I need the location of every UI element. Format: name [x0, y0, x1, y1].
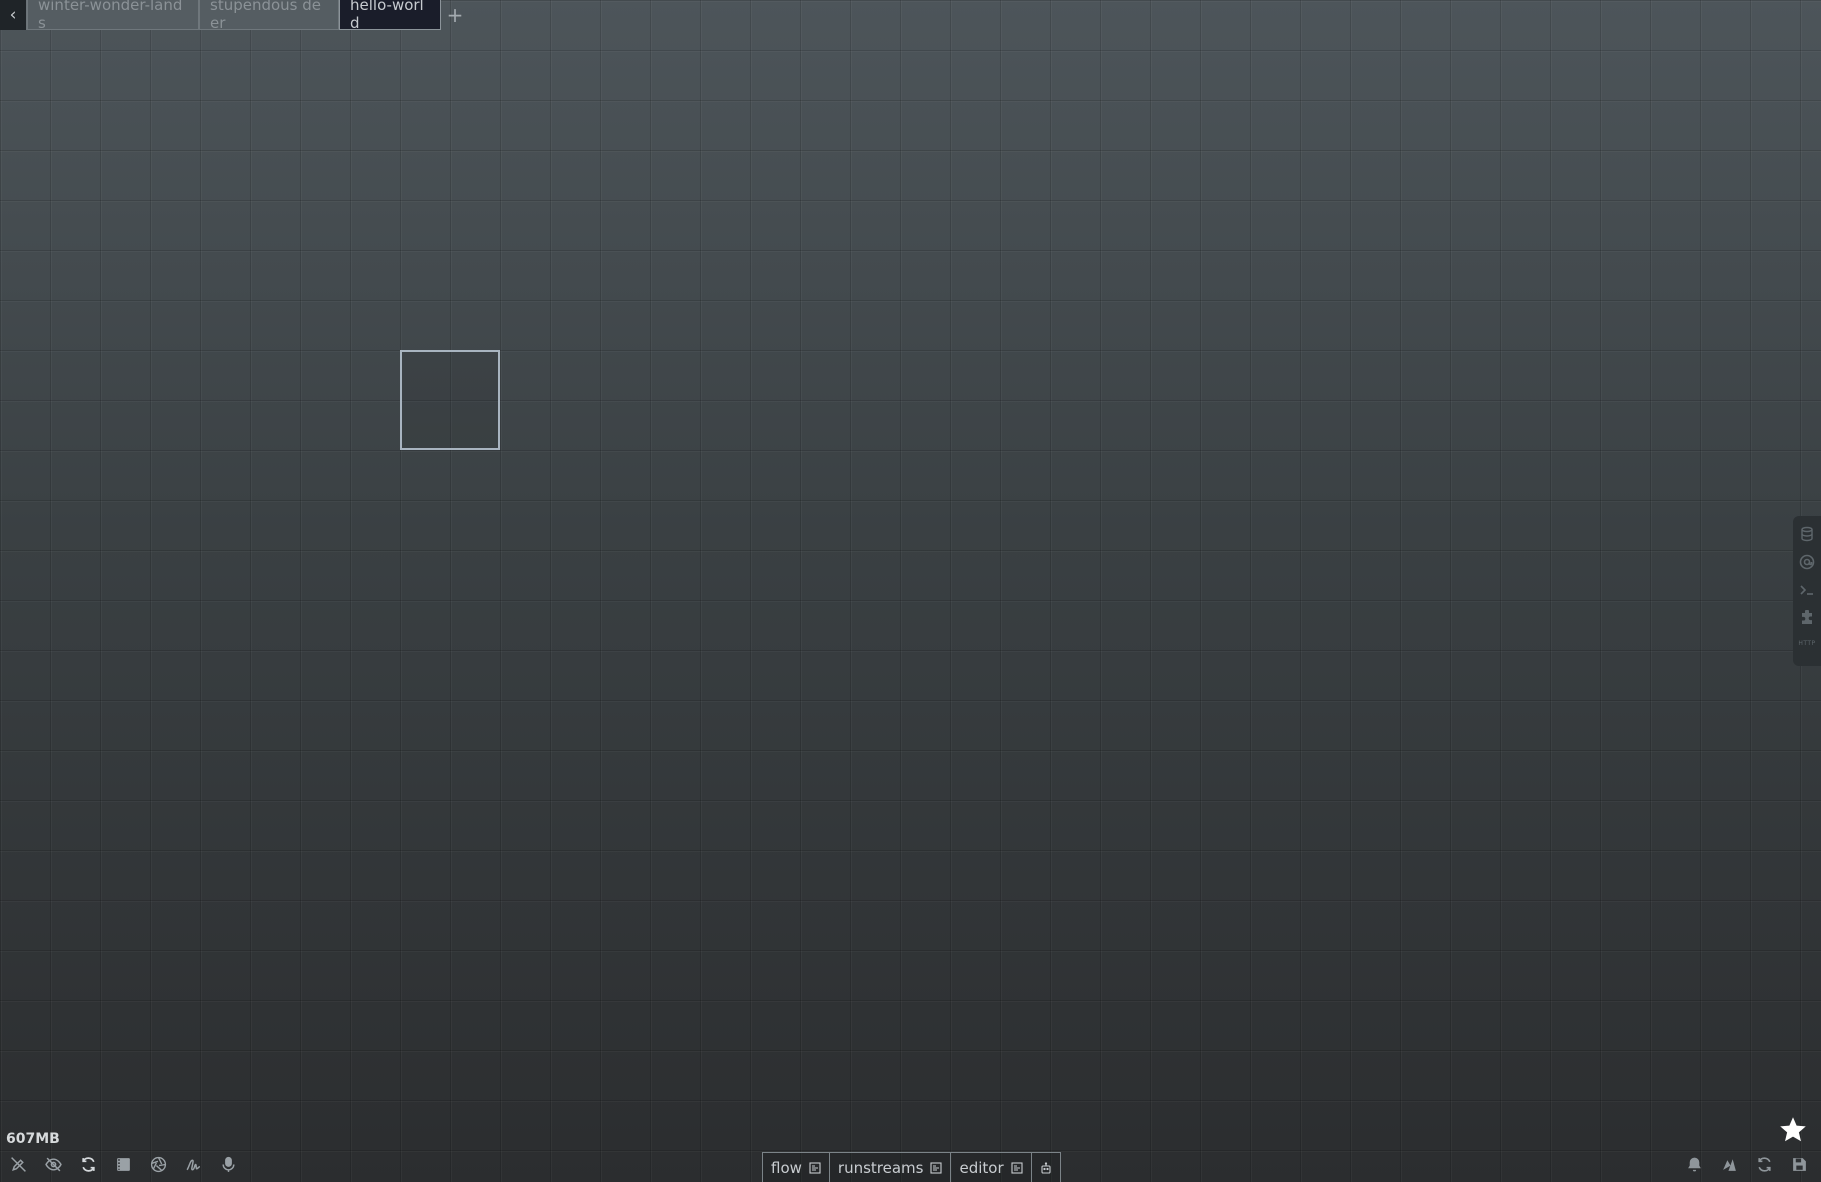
- add-tab-button[interactable]: +: [441, 0, 469, 30]
- tab-winter-wonder-lands[interactable]: winter-wonder-lands: [27, 0, 199, 30]
- tab-bar: ‹ winter-wonder-lands stupendous deer he…: [0, 0, 469, 30]
- tab-stupendous-deer[interactable]: stupendous deer: [199, 0, 339, 30]
- selection-box[interactable]: [400, 350, 500, 450]
- side-panel: HTTP: [1793, 516, 1821, 666]
- bottom-panel-tabs: flow runstreams editor: [762, 1152, 1061, 1182]
- terminal-icon[interactable]: [1798, 580, 1816, 600]
- film-icon[interactable]: [113, 1154, 133, 1174]
- bottom-left-toolbar: [8, 1154, 238, 1174]
- tab-ai-assistant[interactable]: [1030, 1152, 1061, 1182]
- canvas-grid[interactable]: [0, 0, 1821, 1182]
- sync-icon[interactable]: [1754, 1154, 1774, 1174]
- tab-label: editor: [959, 1158, 1004, 1177]
- aperture-icon[interactable]: [148, 1154, 168, 1174]
- tab-hello-world[interactable]: hello-world: [339, 0, 441, 30]
- tab-label: flow: [771, 1158, 802, 1177]
- star-icon: [1780, 1117, 1806, 1142]
- plus-icon: +: [446, 3, 464, 27]
- tab-label: runstreams: [837, 1158, 924, 1177]
- microphone-icon[interactable]: [218, 1154, 238, 1174]
- refresh-icon[interactable]: [78, 1154, 98, 1174]
- signature-icon[interactable]: [183, 1154, 203, 1174]
- bell-icon[interactable]: [1684, 1154, 1704, 1174]
- robot-icon: [1041, 1161, 1051, 1174]
- pen-off-icon[interactable]: [8, 1154, 28, 1174]
- save-icon[interactable]: [1789, 1154, 1809, 1174]
- panel-icon: [809, 1161, 821, 1174]
- memory-usage: 607MB: [6, 1131, 60, 1147]
- http-label[interactable]: HTTP: [1798, 640, 1815, 647]
- tab-label: hello-world: [350, 0, 424, 30]
- eye-off-icon[interactable]: [43, 1154, 63, 1174]
- tab-label: stupendous deer: [210, 0, 321, 30]
- tab-editor[interactable]: editor: [950, 1152, 1032, 1182]
- tab-back-button[interactable]: ‹: [0, 0, 27, 30]
- chevron-left-icon: ‹: [9, 5, 17, 25]
- star-button[interactable]: [1777, 1114, 1809, 1146]
- shapes-icon[interactable]: [1719, 1154, 1739, 1174]
- tab-flow[interactable]: flow: [762, 1152, 830, 1182]
- database-icon[interactable]: [1798, 524, 1816, 544]
- at-sign-icon[interactable]: [1798, 552, 1816, 572]
- panel-icon: [930, 1161, 943, 1174]
- bottom-right-toolbar: [1684, 1154, 1809, 1174]
- tab-runstreams[interactable]: runstreams: [828, 1152, 952, 1182]
- panel-icon: [1011, 1161, 1023, 1174]
- puzzle-icon[interactable]: [1798, 608, 1816, 628]
- tab-label: winter-wonder-lands: [38, 0, 183, 30]
